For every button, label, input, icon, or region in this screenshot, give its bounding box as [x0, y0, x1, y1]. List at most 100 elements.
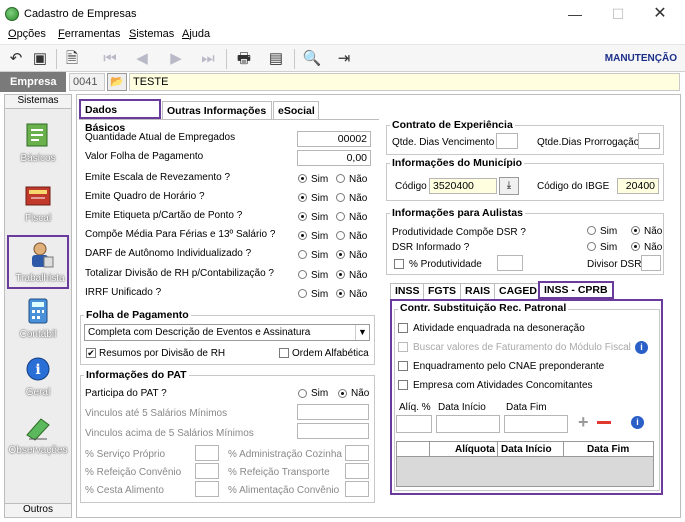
perc-produtividade-field[interactable]: [497, 255, 523, 271]
aliq-field[interactable]: [396, 415, 432, 433]
ibge-field[interactable]: 20400: [617, 178, 659, 194]
codigo-field[interactable]: 3520400: [429, 178, 497, 194]
tab-dados-basicos[interactable]: Dados Básicos: [79, 99, 161, 134]
data-fim-field[interactable]: [504, 415, 568, 433]
minimize-icon[interactable]: —: [560, 4, 590, 24]
search-record-icon[interactable]: 🔍: [302, 49, 322, 69]
first-record-icon[interactable]: ⏮: [100, 49, 120, 69]
previous-record-icon[interactable]: ◀: [132, 49, 152, 69]
maximize-icon[interactable]: ☐: [603, 4, 633, 24]
data-inicio-field[interactable]: [436, 415, 500, 433]
empresa-code-field[interactable]: 0041: [69, 73, 105, 91]
cnae-checkbox[interactable]: [398, 361, 408, 371]
tab-fgts[interactable]: FGTS: [423, 283, 461, 299]
question-sim-radio[interactable]: [298, 231, 307, 240]
tab-esocial[interactable]: eSocial: [273, 101, 319, 119]
folha-title: Folha de Pagamento: [84, 309, 191, 321]
close-icon[interactable]: ✕: [645, 4, 675, 24]
question-sim-radio[interactable]: [298, 174, 307, 183]
sidebar-item-observacoes[interactable]: Observações: [7, 409, 69, 463]
participa-sim-radio[interactable]: [298, 389, 307, 398]
tab-rais[interactable]: RAIS: [460, 283, 496, 299]
last-record-icon[interactable]: ⏭: [198, 49, 218, 69]
divisor-dsr-field[interactable]: [641, 255, 661, 271]
tab-inss[interactable]: INSS: [390, 283, 425, 299]
exit-icon[interactable]: ⇥: [334, 49, 354, 69]
question-nao-radio[interactable]: [336, 270, 345, 279]
next-record-icon[interactable]: ▶: [166, 49, 186, 69]
perc-produtividade-checkbox[interactable]: [394, 259, 404, 269]
save-icon[interactable]: ▣: [30, 49, 50, 69]
empresa-name-field[interactable]: TESTE: [129, 73, 680, 91]
sidebar-item-trabalhista[interactable]: Trabalhista: [7, 235, 69, 289]
info-icon[interactable]: i: [635, 341, 648, 354]
print-icon[interactable]: 🖶: [234, 49, 254, 69]
perc-produtividade-label: % Produtividade: [409, 259, 482, 270]
buscar-checkbox[interactable]: [398, 342, 408, 352]
ordem-label: Ordem Alfabética: [292, 348, 369, 359]
adm-field[interactable]: [345, 445, 369, 461]
folha-pagamento-label: Valor Folha de Pagamento: [85, 151, 204, 162]
dsr-informado-nao-radio[interactable]: [631, 242, 640, 251]
sidebar-item-fiscal[interactable]: Fiscal: [7, 177, 69, 231]
dsr-compoe-sim-radio[interactable]: [587, 226, 596, 235]
question-nao-radio[interactable]: [336, 231, 345, 240]
dsr-informado-sim-radio[interactable]: [587, 242, 596, 251]
dias-prorrogacao-field[interactable]: [638, 133, 660, 149]
dias-prorrogacao-label: Qtde.Dias Prorrogação: [537, 137, 640, 148]
app-icon: [5, 7, 19, 21]
menu-opcoes[interactable]: Opções: [8, 28, 46, 40]
menu-sistemas[interactable]: Sistemas: [129, 28, 174, 40]
sidebar-item-basicos[interactable]: Básicos: [7, 117, 69, 171]
menu-ferramentas[interactable]: Ferramentas: [58, 28, 120, 40]
sidebar-item-label: Contábil: [19, 329, 57, 340]
add-icon[interactable]: +: [578, 412, 589, 433]
folder-icon[interactable]: 📂: [107, 73, 127, 91]
qtd-empregados-field[interactable]: 00002: [297, 131, 371, 147]
question-nao-radio[interactable]: [336, 250, 345, 259]
tab-outras-informacoes[interactable]: Outras Informações: [162, 101, 272, 119]
question-sim-label: Sim: [311, 231, 329, 242]
sidebar-item-contabil[interactable]: Contábil: [7, 293, 69, 347]
atividade-checkbox[interactable]: [398, 323, 408, 333]
question-nao-radio[interactable]: [336, 289, 345, 298]
dias-vencimento-label: Qtde. Dias Vencimento: [392, 137, 495, 148]
vinc-ate-field[interactable]: [297, 404, 369, 420]
question-sim-radio[interactable]: [298, 212, 307, 221]
menu-ajuda[interactable]: Ajuda: [182, 28, 210, 40]
download-icon[interactable]: ⤓: [499, 177, 519, 195]
sidebar-footer[interactable]: Outros: [5, 503, 71, 517]
question-sim-radio[interactable]: [298, 270, 307, 279]
undo-icon[interactable]: ↶: [6, 49, 26, 69]
preview-icon[interactable]: 🗎: [62, 49, 82, 69]
ibge-label: Código do IBGE: [537, 181, 610, 192]
question-nao-radio[interactable]: [336, 174, 345, 183]
resumos-checkbox[interactable]: ✔: [86, 348, 96, 358]
question-nao-radio[interactable]: [336, 193, 345, 202]
dias-vencimento-field[interactable]: [496, 133, 518, 149]
folha-pagamento-field[interactable]: 0,00: [297, 150, 371, 166]
tab-caged[interactable]: CAGED: [494, 283, 542, 299]
question-sim-radio[interactable]: [298, 289, 307, 298]
cprb-table: Alíquota Data Início Data Fim: [396, 441, 654, 487]
remove-icon[interactable]: [597, 421, 611, 424]
info-icon[interactable]: i: [631, 416, 644, 429]
folha-select[interactable]: Completa com Descrição de Eventos e Assi…: [84, 324, 370, 341]
question-sim-radio[interactable]: [298, 193, 307, 202]
chevron-down-icon[interactable]: ▼: [355, 325, 369, 340]
tab-inss-cprb[interactable]: INSS - CPRB: [538, 281, 614, 299]
vinc-acima-field[interactable]: [297, 423, 369, 439]
cesta-field[interactable]: [195, 481, 219, 497]
question-sim-radio[interactable]: [298, 250, 307, 259]
participa-nao-radio[interactable]: [338, 389, 347, 398]
dsr-compoe-nao-radio[interactable]: [631, 226, 640, 235]
refeicao-transp-field[interactable]: [345, 463, 369, 479]
question-nao-radio[interactable]: [336, 212, 345, 221]
ordem-checkbox[interactable]: [279, 348, 289, 358]
concomitantes-checkbox[interactable]: [398, 380, 408, 390]
servico-field[interactable]: [195, 445, 219, 461]
sidebar-item-geral[interactable]: i Geral: [7, 351, 69, 405]
refeicao-conv-field[interactable]: [195, 463, 219, 479]
report-icon[interactable]: ▤: [266, 49, 286, 69]
alim-conv-field[interactable]: [345, 481, 369, 497]
